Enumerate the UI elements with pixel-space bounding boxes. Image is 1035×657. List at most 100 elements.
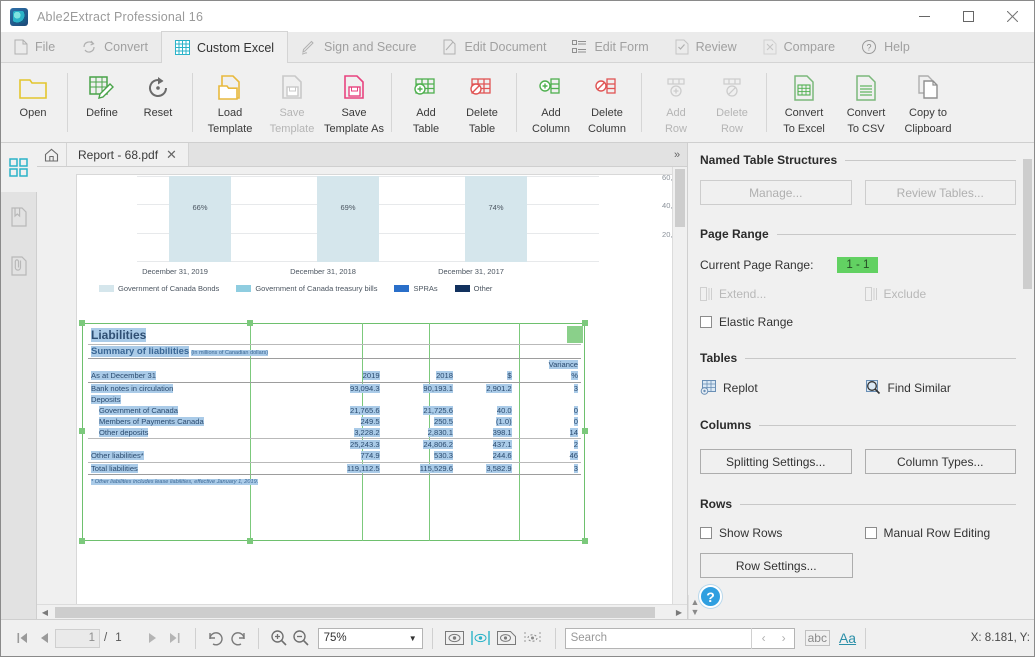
whole-word-toggle[interactable]: abc: [804, 630, 830, 646]
zoom-level-select[interactable]: 75% ▼: [317, 627, 423, 649]
tab-compare[interactable]: Compare: [750, 31, 848, 62]
manual-row-editing-checkbox[interactable]: [864, 527, 877, 539]
resize-handle[interactable]: [79, 320, 85, 326]
cell-2019: 249.5: [360, 416, 380, 426]
search-prev-button[interactable]: ‹: [754, 631, 774, 645]
last-page-button[interactable]: [164, 632, 186, 644]
view-page-button[interactable]: [494, 631, 520, 645]
tab-convert[interactable]: Convert: [68, 31, 161, 62]
chevron-down-icon[interactable]: ▼: [409, 634, 417, 643]
pdf-page[interactable]: 66% 69% 74% December 31, 2019 December 3…: [77, 173, 672, 604]
tab-sign-and-secure[interactable]: Sign and Secure: [288, 31, 429, 62]
manual-row-editing-row[interactable]: Manual Row Editing: [864, 526, 1017, 540]
view-hidden-button[interactable]: [520, 631, 546, 645]
scroll-right-arrow[interactable]: ▶: [671, 608, 687, 617]
tab-file[interactable]: File: [1, 31, 68, 62]
table-footnote: * Other liabilities includes lease liabi…: [91, 479, 259, 485]
rotate-cw-button[interactable]: [205, 630, 227, 646]
page-number-input[interactable]: 1: [55, 628, 100, 648]
scroll-left-arrow[interactable]: ◀: [37, 608, 53, 617]
delete-column-button[interactable]: Delete Column: [579, 63, 635, 142]
horizontal-scrollbar[interactable]: ◀ ▶: [37, 604, 687, 619]
scroll-thumb[interactable]: [55, 606, 655, 618]
match-case-toggle[interactable]: Aa: [839, 630, 856, 646]
show-rows-checkbox[interactable]: [700, 527, 712, 539]
zoom-out-icon: [292, 630, 309, 646]
view-normal-button[interactable]: [442, 631, 468, 645]
rotate-ccw-button[interactable]: [227, 630, 249, 646]
scroll-up-arrow[interactable]: ▲: [691, 597, 700, 607]
rail-item-attachments[interactable]: [1, 241, 37, 290]
cell-2018: 24,806.2: [423, 440, 453, 449]
resize-handle[interactable]: [247, 320, 253, 326]
help-button[interactable]: ?: [699, 585, 722, 608]
button-label: Save: [341, 107, 367, 119]
resize-handle[interactable]: [79, 538, 85, 544]
tab-edit-form[interactable]: Edit Form: [559, 31, 661, 62]
convert-to-excel-button[interactable]: Convert To Excel: [773, 63, 835, 142]
resize-handle[interactable]: [582, 538, 588, 544]
find-similar-button[interactable]: Find Similar: [865, 379, 1017, 396]
open-button[interactable]: Open: [5, 63, 61, 142]
zoom-in-button[interactable]: [268, 629, 290, 647]
tab-custom-excel[interactable]: Custom Excel: [160, 31, 289, 63]
resize-handle[interactable]: [582, 428, 588, 434]
detected-table-selection[interactable]: Liabilities Summary of liabilities (in m…: [79, 320, 588, 544]
scroll-down-arrow[interactable]: ▼: [691, 607, 700, 617]
add-column-button[interactable]: Add Column: [523, 63, 579, 142]
zoom-out-button[interactable]: [290, 629, 312, 647]
resize-handle[interactable]: [247, 538, 253, 544]
load-template-button[interactable]: Load Template: [199, 63, 261, 142]
show-rows-row[interactable]: Show Rows: [700, 526, 852, 540]
copy-to-clipboard-button[interactable]: Copy to Clipboard: [897, 63, 959, 142]
ribbon-group-table: Add Table Delete Table: [398, 63, 510, 142]
minimize-button[interactable]: [902, 1, 946, 32]
resize-handle[interactable]: [79, 428, 85, 434]
elastic-range-checkbox[interactable]: [700, 316, 712, 328]
cell-2018: 115,529.6: [419, 463, 453, 473]
convert-to-csv-button[interactable]: Convert To CSV: [835, 63, 897, 142]
button-label: Convert: [846, 107, 886, 119]
close-icon[interactable]: ✕: [166, 147, 177, 163]
rail-item-thumbnails[interactable]: [0, 143, 37, 192]
next-page-button[interactable]: [142, 632, 164, 644]
first-page-button[interactable]: [11, 632, 33, 644]
status-separator: [865, 627, 867, 649]
cell-variance-percent: 3: [573, 383, 578, 393]
rail-item-bookmarks[interactable]: [1, 192, 37, 241]
elastic-range-row[interactable]: Elastic Range: [700, 315, 1016, 329]
home-tab-button[interactable]: [37, 143, 67, 166]
close-button[interactable]: [990, 1, 1034, 32]
tab-help[interactable]: ? Help: [848, 31, 923, 62]
search-input[interactable]: [570, 632, 749, 644]
scroll-thumb[interactable]: [1023, 159, 1032, 289]
define-button[interactable]: Define: [74, 63, 130, 142]
page-canvas[interactable]: 66% 69% 74% December 31, 2019 December 3…: [37, 167, 672, 604]
search-next-button[interactable]: ›: [774, 631, 794, 645]
button-label-2: Template: [269, 122, 315, 135]
reset-button[interactable]: Reset: [130, 63, 186, 142]
splitting-settings-button[interactable]: Splitting Settings...: [700, 449, 852, 474]
scroll-track[interactable]: [53, 606, 671, 618]
tab-label: Sign and Secure: [324, 39, 417, 54]
add-table-button[interactable]: Add Table: [398, 63, 454, 142]
collapse-panel-button[interactable]: »: [667, 143, 687, 166]
search-box[interactable]: ‹ ›: [564, 627, 795, 649]
prev-page-button[interactable]: [33, 632, 55, 644]
column-types-button[interactable]: Column Types...: [864, 449, 1016, 474]
tab-review[interactable]: Review: [662, 31, 750, 62]
button-label: Open: [19, 107, 47, 119]
save-template-as-button[interactable]: Save Template As: [323, 63, 385, 142]
replot-button[interactable]: Replot: [700, 379, 852, 396]
compare-icon: [763, 39, 777, 54]
vertical-scrollbar[interactable]: [672, 167, 687, 604]
document-tab[interactable]: Report - 68.pdf ✕: [67, 143, 189, 166]
status-separator: [257, 627, 259, 649]
tab-edit-document[interactable]: Edit Document: [429, 31, 559, 62]
maximize-button[interactable]: [946, 1, 990, 32]
cell-2019: 25,243.3: [350, 440, 380, 449]
scroll-thumb[interactable]: [675, 169, 685, 227]
view-selected-button[interactable]: [468, 631, 494, 645]
row-settings-button[interactable]: Row Settings...: [700, 553, 853, 578]
delete-table-button[interactable]: Delete Table: [454, 63, 510, 142]
